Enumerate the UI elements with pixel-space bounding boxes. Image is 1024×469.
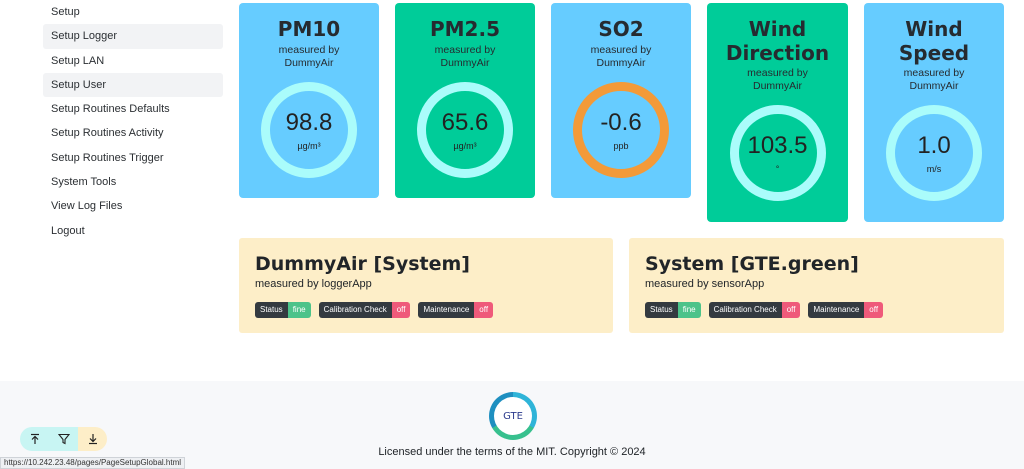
status-badge: Status fine <box>255 302 311 318</box>
sidebar-item-setup-lan[interactable]: Setup LAN <box>43 49 223 73</box>
card-source: DummyAir <box>753 80 802 92</box>
card-title: SO2 <box>598 17 644 41</box>
badge-value: off <box>781 302 801 318</box>
badge-value: off <box>474 302 494 318</box>
card-subtitle: measured by <box>278 44 340 56</box>
maintenance-badge: Maintenance off <box>418 302 494 318</box>
calibration-check-badge: Calibration Check off <box>708 302 801 318</box>
badge-key: Calibration Check <box>318 302 392 318</box>
pm25-card: PM2.5 measured by DummyAir 65.6 µg/m³ <box>395 3 535 198</box>
sidebar-item-system-tools[interactable]: System Tools <box>43 170 223 194</box>
wind-direction-card: Wind Direction measured by DummyAir 103.… <box>707 3 848 222</box>
card-title: PM10 <box>277 17 341 41</box>
badge-key: Status <box>255 302 288 318</box>
badge-key: Maintenance <box>418 302 475 318</box>
pm25-gauge: 65.6 µg/m³ <box>417 82 513 178</box>
badge-value: fine <box>677 302 701 318</box>
wind-speed-gauge: 1.0 m/s <box>886 105 982 201</box>
gauge-unit: µg/m³ <box>297 140 321 151</box>
logo-text: GTE <box>494 397 532 435</box>
gauge-value: 1.0 <box>917 131 951 159</box>
sidebar-item-logout[interactable]: Logout <box>43 219 223 243</box>
sidebar-nav: Setup Setup Logger Setup LAN Setup User … <box>43 0 223 243</box>
card-source: DummyAir <box>596 57 646 69</box>
floating-toolbar <box>20 427 107 451</box>
so2-gauge: -0.6 ppb <box>573 82 669 178</box>
panel-subtitle: measured by loggerApp <box>255 278 372 290</box>
card-subtitle: measured by <box>590 44 652 56</box>
gauge-unit: ° <box>775 163 780 174</box>
card-subtitle: measured by <box>434 44 496 56</box>
filter-icon <box>57 433 70 445</box>
gauge-unit: m/s <box>926 163 942 174</box>
gauge-value: 103.5 <box>747 131 808 159</box>
card-source: DummyAir <box>909 80 959 92</box>
pm10-gauge: 98.8 µg/m³ <box>261 82 357 178</box>
card-title: PM2.5 <box>430 17 500 41</box>
badge-value: off <box>391 302 411 318</box>
badge-key: Calibration Check <box>708 302 782 318</box>
status-badge: Status fine <box>645 302 701 318</box>
panel-title: DummyAir [System] <box>255 253 470 275</box>
sidebar-item-routines-defaults[interactable]: Setup Routines Defaults <box>43 97 223 121</box>
gauge-value: 65.6 <box>441 108 489 136</box>
badge-value: off <box>864 302 884 318</box>
scroll-to-top-icon <box>30 433 39 444</box>
system-gte-panel: System [GTE.green] measured by sensorApp… <box>629 238 1004 333</box>
badge-key: Status <box>645 302 678 318</box>
download-icon <box>88 434 97 445</box>
filter-button[interactable] <box>49 427 78 451</box>
sidebar-item-view-log-files[interactable]: View Log Files <box>43 194 223 218</box>
gte-logo: GTE <box>489 392 537 440</box>
panel-subtitle: measured by sensorApp <box>645 278 765 290</box>
gauge-unit: ppb <box>613 140 629 151</box>
badge-key: Maintenance <box>808 302 865 318</box>
calibration-check-badge: Calibration Check off <box>318 302 411 318</box>
maintenance-badge: Maintenance off <box>808 302 884 318</box>
card-subtitle: measured by <box>903 67 965 79</box>
card-subtitle: measured by <box>747 67 808 79</box>
wind-direction-gauge: 103.5 ° <box>729 105 826 201</box>
sidebar-item-routines-trigger[interactable]: Setup Routines Trigger <box>43 146 223 170</box>
dummyair-system-panel: DummyAir [System] measured by loggerApp … <box>239 238 613 333</box>
wind-speed-card: Wind Speed measured by DummyAir 1.0 m/s <box>864 3 1004 222</box>
gauge-value: -0.6 <box>600 108 642 136</box>
card-title-line1: Wind <box>905 17 963 41</box>
card-title-line1: Wind <box>748 17 807 41</box>
card-title-line2: Direction <box>725 41 830 65</box>
card-title-line2: Speed <box>898 41 970 65</box>
sidebar-item-setup-user[interactable]: Setup User <box>43 72 223 98</box>
status-bar-url: https://10.242.23.48/pages/PageSetupGlob… <box>0 457 186 469</box>
gauge-unit: µg/m³ <box>453 140 477 151</box>
badge-value: fine <box>287 302 311 318</box>
so2-card: SO2 measured by DummyAir -0.6 ppb <box>551 3 691 198</box>
card-source: DummyAir <box>440 57 490 69</box>
card-source: DummyAir <box>284 57 334 69</box>
scroll-to-top-button[interactable] <box>20 427 49 451</box>
download-button[interactable] <box>78 427 107 451</box>
sidebar-item-setup-logger[interactable]: Setup Logger <box>43 24 223 49</box>
sidebar-item-routines-activity[interactable]: Setup Routines Activity <box>43 121 223 145</box>
panel-title: System [GTE.green] <box>645 253 859 275</box>
gauge-value: 98.8 <box>285 108 333 136</box>
sidebar-item-setup[interactable]: Setup <box>43 0 223 24</box>
pm10-card: PM10 measured by DummyAir 98.8 µg/m³ <box>239 3 379 198</box>
